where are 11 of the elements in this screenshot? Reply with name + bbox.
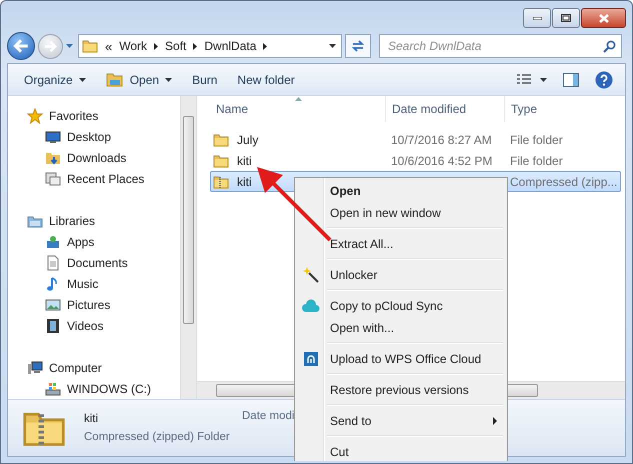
type-cell-text: Compressed (zipp... [509,174,618,188]
date-cell-text: 10/7/2016 8:27 AM [390,132,493,146]
type-cell-text: File folder [509,132,563,146]
file-name: kiti [84,413,100,425]
file-name: kiti [237,174,252,188]
file-name: July [237,132,258,146]
date-cell-text: 10/6/2016 4:52 PM [390,154,494,168]
type-cell-text: File folder [509,154,563,168]
file-name: kiti [237,154,252,168]
property-label: Date modi [242,410,294,422]
file-type: Compressed (zipped) Folder [84,431,231,443]
